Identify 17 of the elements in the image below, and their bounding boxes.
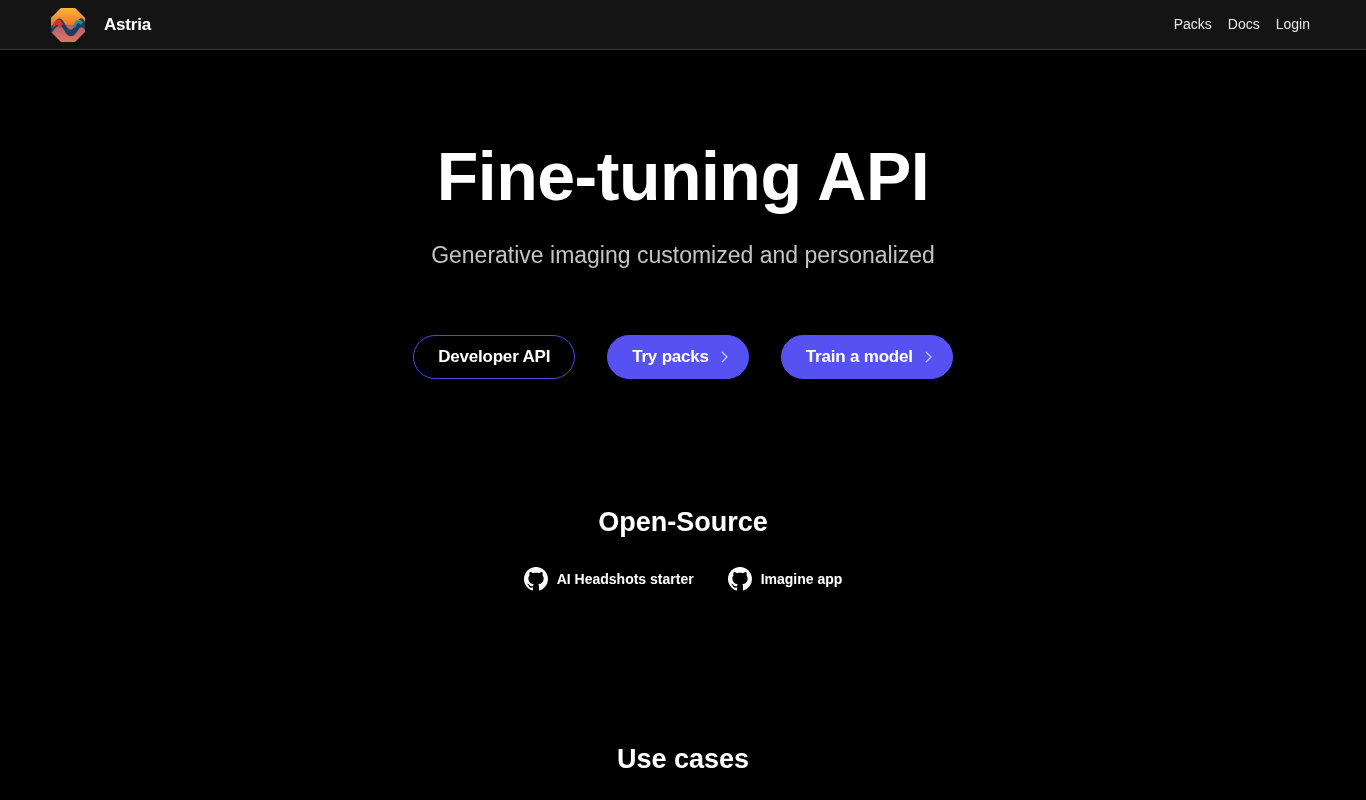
section-heading: Use cases xyxy=(615,743,751,777)
github-icon xyxy=(523,567,548,592)
chevron-right-icon xyxy=(924,350,932,363)
logo-icon xyxy=(51,7,85,42)
primary-button[interactable]: Try packs xyxy=(607,334,749,379)
github-icon xyxy=(727,567,752,592)
nav-link[interactable]: Docs xyxy=(1227,14,1260,35)
github-link[interactable]: Imagine app xyxy=(727,567,843,592)
brand-name[interactable]: Astria xyxy=(104,11,151,38)
hero-subtitle: Generative imaging customized and personalized xyxy=(430,241,936,270)
github-link[interactable]: AI Headshots starter xyxy=(523,567,694,592)
primary-button[interactable]: Train a model xyxy=(780,334,953,379)
nav-link[interactable]: Login xyxy=(1275,14,1310,35)
chevron-right-icon xyxy=(720,350,728,363)
hero-title: Fine-tuning API xyxy=(435,137,931,216)
section-heading: Open-Source xyxy=(597,505,769,539)
nav-link[interactable]: Packs xyxy=(1173,14,1212,35)
